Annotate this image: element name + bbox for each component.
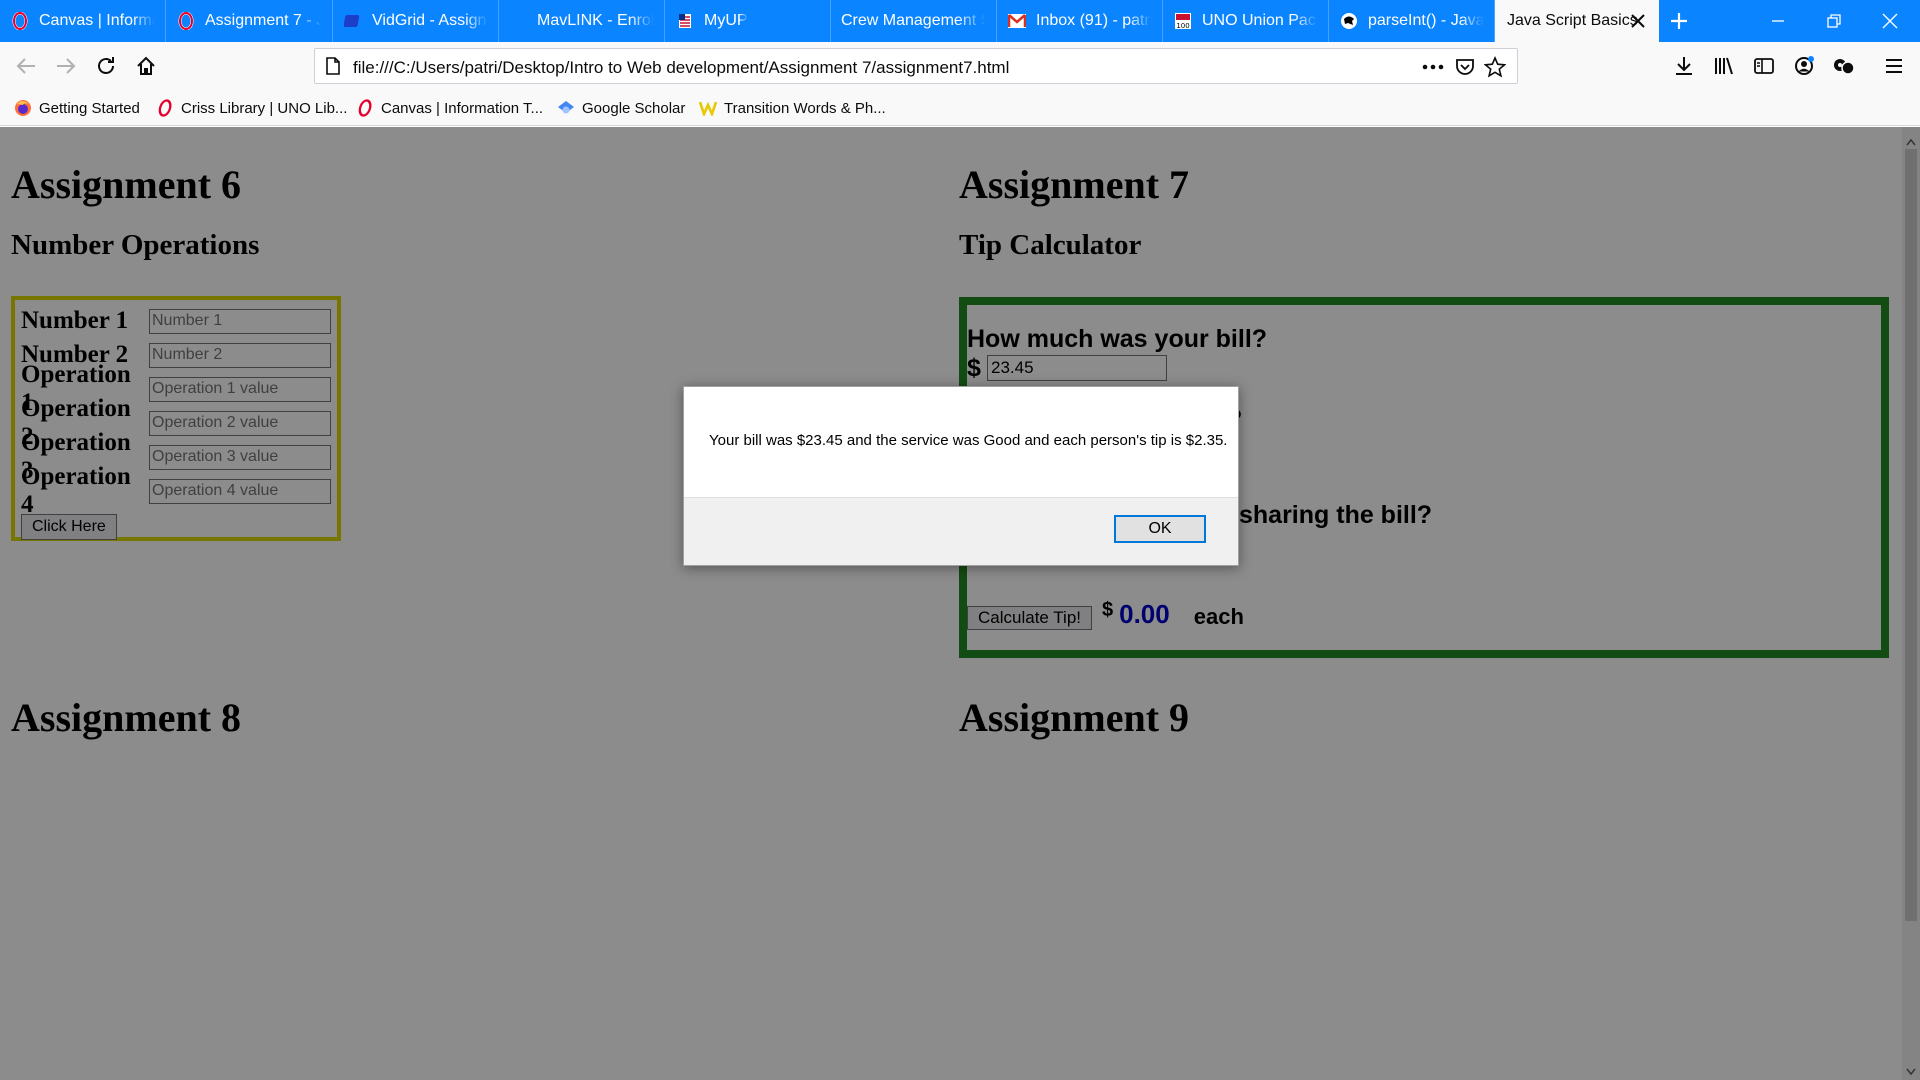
forward-button[interactable] — [50, 50, 82, 82]
tab-crew-management[interactable]: Crew Management System — [831, 0, 997, 42]
close-icon — [1882, 13, 1898, 29]
scholar-icon — [557, 99, 575, 117]
vidgrid-icon — [343, 11, 363, 31]
tab-label: VidGrid - Assignment — [372, 12, 488, 29]
new-tab-button[interactable] — [1664, 0, 1694, 42]
restore-button[interactable] — [1806, 0, 1862, 42]
sidebar-button[interactable] — [1748, 50, 1780, 82]
canvas-icon — [156, 99, 174, 117]
menu-button[interactable] — [1878, 50, 1910, 82]
bookmark-canvas[interactable]: Canvas | Information T... — [356, 97, 543, 119]
gmail-icon — [1007, 11, 1027, 31]
tab-myup[interactable]: MyUP — [665, 0, 831, 42]
minimize-button[interactable] — [1750, 0, 1806, 42]
bookmark-criss-library[interactable]: Criss Library | UNO Lib... — [156, 97, 347, 119]
myup-icon — [675, 11, 695, 31]
hamburger-menu-icon — [1886, 59, 1902, 73]
alert-dialog: Your bill was $23.45 and the service was… — [683, 386, 1239, 566]
tab-label: Inbox (91) - patri — [1036, 12, 1152, 29]
tab-label: Assignment 7 - JavaScript — [205, 12, 322, 29]
canvas-icon — [176, 11, 196, 31]
bookmark-star-icon[interactable] — [1483, 55, 1507, 79]
alert-footer: OK — [684, 497, 1238, 565]
url-bar[interactable]: file:///C:/Users/patri/Desktop/Intro to … — [314, 48, 1518, 84]
tab-java-script-basics[interactable]: Java Script Basics — [1495, 0, 1659, 42]
reload-icon — [98, 57, 114, 74]
tab-strip: Canvas | Information Assignment 7 - Java… — [0, 0, 1920, 42]
tab-label: Java Script Basics — [1507, 12, 1638, 29]
pocket-icon[interactable] — [1453, 55, 1477, 79]
tab-label: MavLINK - Enrollment — [537, 12, 654, 29]
url-text[interactable]: file:///C:/Users/patri/Desktop/Intro to … — [353, 58, 1009, 78]
firefox-icon — [14, 99, 32, 117]
minimize-icon — [1772, 20, 1784, 22]
tab-label: Canvas | Information — [39, 12, 155, 29]
svg-text:100: 100 — [1176, 22, 1189, 30]
bookmark-label: Criss Library | UNO Lib... — [181, 99, 348, 117]
home-button[interactable] — [130, 50, 162, 82]
tab-canvas[interactable]: Canvas | Information — [0, 0, 166, 42]
modal-overlay — [0, 127, 1920, 1080]
bookmark-label: Canvas | Information T... — [381, 99, 544, 117]
download-icon — [1676, 57, 1692, 75]
close-window-button[interactable] — [1862, 0, 1918, 42]
page-icon — [323, 56, 343, 76]
tab-parseint-mdn[interactable]: parseInt() - JavaScript — [1329, 0, 1495, 42]
tab-mavlink[interactable]: MavLINK - Enrollment — [499, 0, 665, 42]
navigation-toolbar: file:///C:/Users/patri/Desktop/Intro to … — [0, 42, 1920, 90]
tab-label: MyUP — [704, 12, 748, 29]
tab-assignment-7[interactable]: Assignment 7 - JavaScript — [166, 0, 333, 42]
w-icon — [699, 99, 717, 117]
tab-gmail[interactable]: Inbox (91) - patri — [997, 0, 1163, 42]
tab-vidgrid[interactable]: VidGrid - Assignment — [333, 0, 499, 42]
canvas-icon — [10, 11, 30, 31]
extension-icon — [1834, 59, 1855, 75]
tab-uno-union-pacific[interactable]: 100 UNO Union Pacific — [1163, 0, 1329, 42]
tab-label: parseInt() - JavaScript — [1368, 12, 1484, 29]
library-button[interactable] — [1708, 50, 1740, 82]
reload-button[interactable] — [90, 50, 122, 82]
alert-message: Your bill was $23.45 and the service was… — [709, 432, 1228, 449]
tab-label: UNO Union Pacific — [1202, 12, 1318, 29]
account-icon — [1795, 56, 1814, 75]
bookmarks-toolbar: Getting Started Criss Library | UNO Lib.… — [0, 90, 1920, 126]
back-arrow-icon — [16, 58, 35, 74]
canvas-icon — [356, 99, 374, 117]
bookmark-getting-started[interactable]: Getting Started — [14, 97, 140, 119]
forward-arrow-icon — [57, 58, 76, 74]
downloads-button[interactable] — [1668, 50, 1700, 82]
bookmark-label: Google Scholar — [582, 99, 686, 117]
sidebar-icon — [1754, 58, 1774, 74]
back-button[interactable] — [10, 50, 42, 82]
plus-icon — [1671, 13, 1687, 29]
account-button[interactable] — [1788, 50, 1820, 82]
bookmark-label: Getting Started — [39, 99, 140, 117]
home-icon — [137, 56, 155, 75]
mdn-icon — [1339, 11, 1359, 31]
extensions-button[interactable] — [1828, 50, 1860, 82]
bookmark-google-scholar[interactable]: Google Scholar — [557, 97, 685, 119]
uno-icon: 100 — [1173, 11, 1193, 31]
close-tab-icon[interactable] — [1629, 12, 1647, 30]
restore-icon — [1827, 14, 1841, 28]
bookmark-label: Transition Words & Ph... — [724, 99, 886, 117]
bookmark-transition-words[interactable]: Transition Words & Ph... — [699, 97, 886, 119]
ok-button[interactable]: OK — [1114, 515, 1206, 543]
library-icon — [1715, 57, 1733, 75]
tab-label: Crew Management System — [841, 12, 986, 29]
page-actions-icon[interactable] — [1421, 55, 1445, 79]
